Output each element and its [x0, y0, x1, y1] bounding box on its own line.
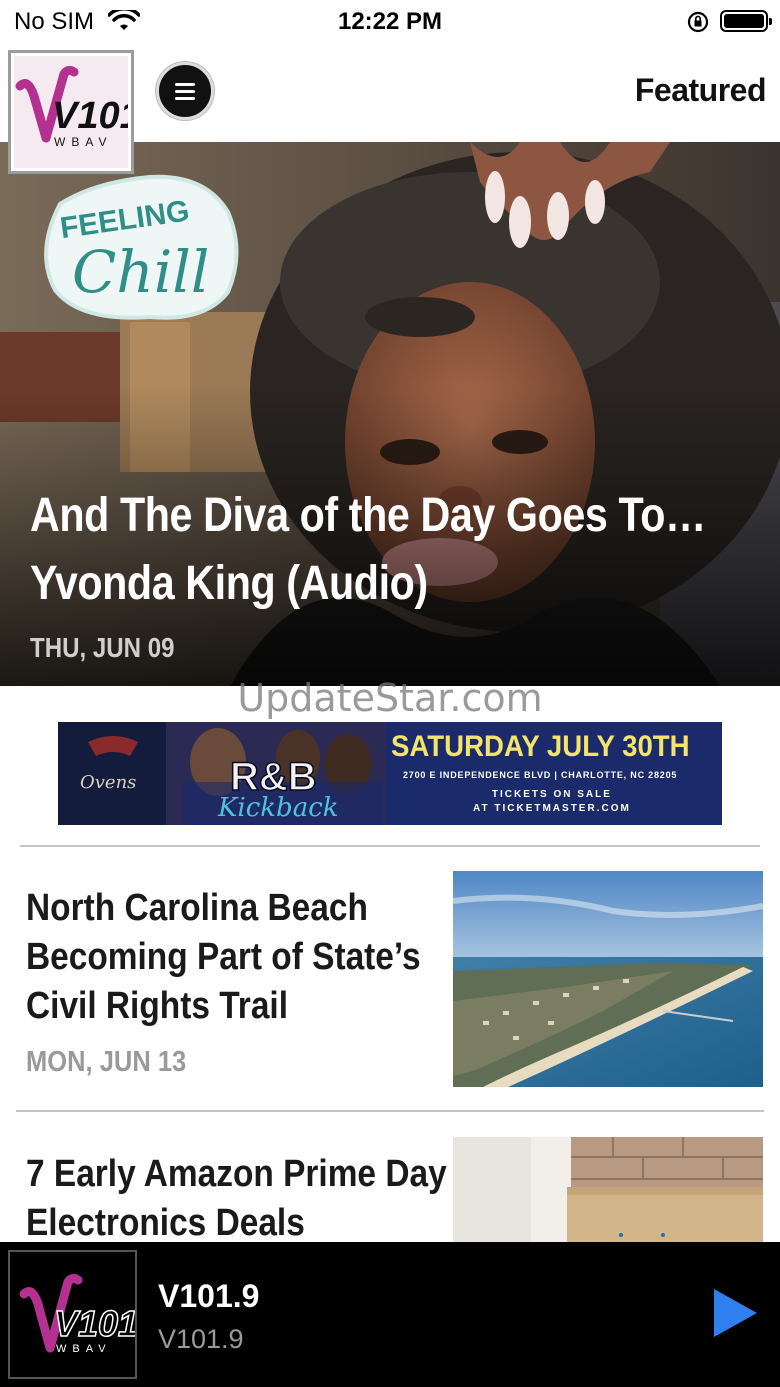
- article-title[interactable]: North Carolina Beach Becoming Part of St…: [26, 884, 448, 1031]
- ad-brand: Ovens: [80, 772, 136, 793]
- article-date: MON, JUN 13: [26, 1046, 187, 1078]
- ad-tickets-line1: TICKETS ON SALE: [491, 789, 612, 800]
- player-station-title: V101.9: [158, 1278, 260, 1314]
- ad-address: 2700 E INDEPENDENCE BLVD | CHARLOTTE, NC…: [403, 770, 678, 780]
- article-title[interactable]: 7 Early Amazon Prime Day Electronics Dea…: [26, 1150, 448, 1248]
- ad-tickets: TICKETS ON SALE AT TICKETMASTER.COM: [473, 788, 631, 816]
- article-thumbnail[interactable]: [453, 1137, 763, 1242]
- player-station-logo: V101.9 WBAV: [8, 1250, 169, 1379]
- watermark: UpdateStar.com: [237, 676, 543, 720]
- app-header: V101.9 WBAV Featured: [0, 44, 780, 174]
- package-image: [453, 1137, 763, 1242]
- status-bar: No SIM 12:22 PM: [0, 0, 780, 44]
- hero-date: THU, JUN 09: [30, 632, 175, 663]
- play-icon[interactable]: [710, 1286, 760, 1340]
- now-playing-bar[interactable]: V101.9 WBAV V101.9 V101.9: [0, 1242, 780, 1387]
- ad-banner[interactable]: Ovens R&B Kickback SATURDAY JULY 30TH 27…: [58, 722, 722, 825]
- v1019-logo-icon: V101.9 WBAV: [15, 65, 172, 149]
- player-logo-callsign: WBAV: [56, 1343, 112, 1355]
- logo-number: V101.9: [52, 95, 128, 137]
- clock: 12:22 PM: [337, 8, 443, 35]
- logo-callsign: WBAV: [54, 135, 112, 149]
- hero-article[interactable]: FEELING Chill And The Diva of the Day Go…: [0, 142, 780, 686]
- player-logo-number: V101.9: [54, 1303, 135, 1344]
- station-logo[interactable]: V101.9 WBAV: [8, 50, 172, 174]
- hamburger-menu-icon[interactable]: [156, 62, 214, 120]
- article-thumbnail[interactable]: [453, 871, 763, 1087]
- rotation-lock-icon: [687, 11, 709, 33]
- beach-image: [453, 871, 763, 1087]
- battery-icon: [720, 10, 772, 32]
- ad-headline: SATURDAY JULY 30TH: [391, 730, 690, 763]
- sticker-line2: Chill: [72, 238, 209, 306]
- hero-title[interactable]: And The Diva of the Day Goes To…Yvonda K…: [30, 482, 744, 618]
- page-title: Featured: [634, 72, 767, 108]
- ad-tickets-line2: AT TICKETMASTER.COM: [473, 803, 631, 814]
- divider: [16, 1110, 764, 1112]
- player-station-subtitle: V101.9: [158, 1324, 244, 1354]
- ad-show-subtitle: Kickback: [217, 793, 339, 823]
- v1019-logo-icon: V101.9 WBAV: [19, 1273, 169, 1355]
- divider: [20, 845, 760, 847]
